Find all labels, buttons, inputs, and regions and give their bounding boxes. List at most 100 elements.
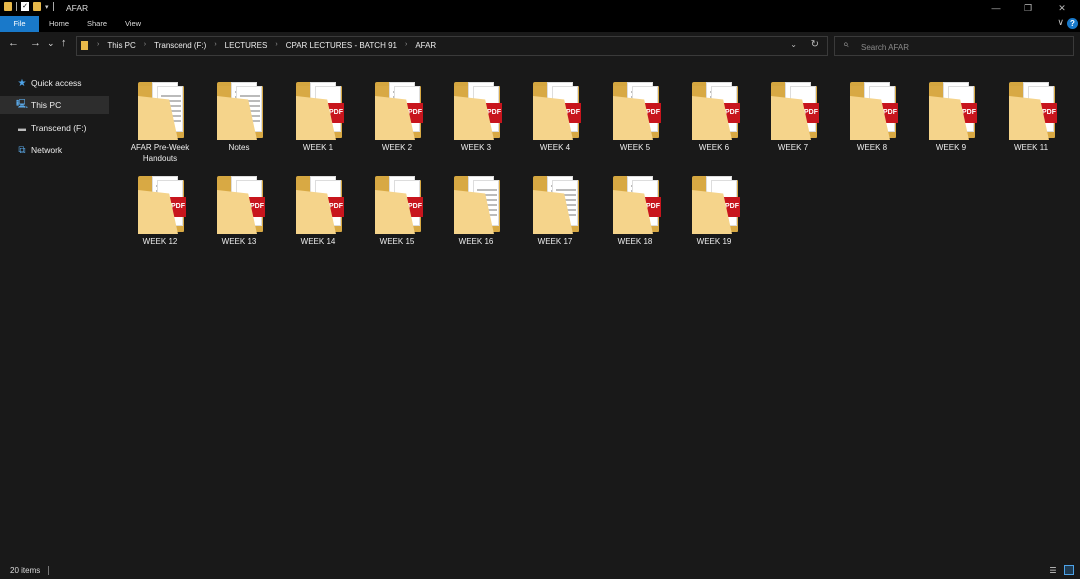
folder-label: WEEK 7 (777, 143, 809, 152)
folder-icon: PDFPDF (613, 176, 661, 234)
forward-button[interactable]: → (30, 37, 41, 49)
folder-item[interactable]: PDFPDF WEEK 4 (516, 74, 594, 154)
folder-label: WEEK 1 (302, 143, 334, 152)
breadcrumb-cpar-lectures[interactable]: CPAR LECTURES - BATCH 91 (286, 41, 397, 50)
folder-icon: PDFPDF (375, 82, 423, 140)
ribbon-tabs: File Home Share View ∨ ? (0, 16, 1080, 32)
folder-item[interactable]: PDFPDF WEEK 13 (200, 168, 278, 248)
folder-icon: PDFPDF (692, 82, 740, 140)
folder-item[interactable]: PDFPDF WEEK 6 (675, 74, 753, 154)
folder-icon: PDFPDF (929, 82, 977, 140)
folder-label: WEEK 6 (698, 143, 730, 152)
new-folder-icon[interactable] (33, 2, 41, 11)
tab-file[interactable]: File (0, 16, 39, 32)
folder-item[interactable]: PDFPDF WEEK 5 (596, 74, 674, 154)
folder-label: WEEK 5 (619, 143, 651, 152)
recent-locations-button[interactable]: ⌄ (47, 38, 55, 49)
folder-item[interactable]: Notes (200, 74, 278, 154)
breadcrumb: › This PC › Transcend (F:) › LECTURES › … (97, 41, 436, 50)
folder-label: AFAR Pre-Week Handouts (130, 143, 190, 163)
folder-item[interactable]: PDFPDF WEEK 8 (833, 74, 911, 154)
toolbar-divider (16, 2, 17, 11)
usb-drive-icon: ▬ (18, 123, 26, 133)
folder-label: WEEK 8 (856, 143, 888, 152)
sidebar-item-label: Transcend (F:) (31, 123, 87, 133)
close-button[interactable]: ✕ (1046, 0, 1078, 16)
folder-item[interactable]: PDFPDF WEEK 19 (675, 168, 753, 248)
tab-view[interactable]: View (116, 16, 150, 32)
folder-item[interactable]: PDFPDF WEEK 3 (437, 74, 515, 154)
folder-icon: PDFPDF (692, 176, 740, 234)
folder-label: Notes (228, 143, 250, 152)
customize-toolbar-icon[interactable]: ▾ (45, 3, 49, 11)
chevron-right-icon[interactable]: › (405, 41, 407, 50)
folder-icon (4, 2, 12, 11)
breadcrumb-transcend[interactable]: Transcend (F:) (154, 41, 206, 50)
minimize-button[interactable]: — (980, 0, 1012, 16)
breadcrumb-afar[interactable]: AFAR (415, 41, 436, 50)
chevron-right-icon: › (97, 41, 100, 48)
folder-item[interactable]: PDFPDF WEEK 11 (992, 74, 1070, 154)
folder-item[interactable]: PDFPDF WEEK 2 (358, 74, 436, 154)
folder-item[interactable]: PDFPDF WEEK 9 (912, 74, 990, 154)
sidebar-item-this-pc[interactable]: 🖳 This PC (0, 96, 109, 114)
folder-icon: PDFPDF (1009, 82, 1057, 140)
folder-item[interactable]: PDFPDF WEEK 12 (121, 168, 199, 248)
folder-icon (217, 82, 263, 140)
folder-item[interactable]: PDFPDF WEEK 7 (754, 74, 832, 154)
item-count: 20 items (10, 566, 41, 575)
back-button[interactable]: ← (8, 37, 19, 49)
sidebar-item-label: Network (31, 145, 63, 155)
address-bar[interactable]: › This PC › Transcend (F:) › LECTURES › … (76, 36, 828, 56)
star-icon: ★ (17, 77, 27, 89)
folder-label: WEEK 13 (221, 237, 257, 246)
folder-icon: PDFPDF (296, 176, 344, 234)
folder-label: WEEK 16 (458, 237, 494, 246)
folder-item[interactable]: WEEK 16 (437, 168, 515, 248)
folder-icon: PDFPDF (217, 176, 265, 234)
toolbar-divider (52, 2, 54, 11)
folder-icon: PDFPDF (454, 82, 502, 140)
breadcrumb-lectures[interactable]: LECTURES (225, 41, 268, 50)
folder-item[interactable]: WEEK 17 (516, 168, 594, 248)
help-icon[interactable]: ? (1067, 18, 1078, 29)
breadcrumb-this-pc[interactable]: This PC (107, 41, 135, 50)
tab-home[interactable]: Home (40, 16, 78, 32)
folder-icon: PDFPDF (138, 176, 186, 234)
folder-icon: PDFPDF (613, 82, 661, 140)
sidebar-item-quick-access[interactable]: ★ Quick access (0, 74, 109, 92)
expand-ribbon-icon[interactable]: ∨ (1057, 17, 1064, 28)
sidebar-item-label: This PC (31, 100, 62, 110)
chevron-right-icon[interactable]: › (275, 41, 277, 50)
chevron-right-icon[interactable]: › (144, 41, 146, 50)
folder-item[interactable]: AFAR Pre-Week Handouts (121, 74, 199, 163)
folder-icon (454, 176, 500, 234)
folder-item[interactable]: PDFPDF WEEK 1 (279, 74, 357, 154)
sidebar-item-transcend[interactable]: ▬ Transcend (F:) (0, 119, 109, 137)
chevron-right-icon[interactable]: › (214, 41, 216, 50)
folder-label: WEEK 11 (1013, 143, 1049, 152)
folder-item[interactable]: PDFPDF WEEK 18 (596, 168, 674, 248)
folder-icon: PDFPDF (533, 82, 581, 140)
up-button[interactable]: ↑ (61, 37, 67, 49)
folder-label: WEEK 18 (617, 237, 653, 246)
tab-share[interactable]: Share (80, 16, 114, 32)
folder-icon: PDFPDF (850, 82, 898, 140)
folder-icon: PDF (375, 176, 423, 234)
window-title: AFAR (66, 3, 89, 13)
folder-label: WEEK 9 (935, 143, 967, 152)
folder-item[interactable]: PDF WEEK 15 (358, 168, 436, 248)
address-dropdown-button[interactable]: ⌄ (790, 40, 797, 49)
details-view-icon[interactable]: ☰ (1048, 566, 1058, 575)
search-box[interactable]: ⌕ (834, 36, 1074, 56)
properties-icon[interactable]: ✓ (21, 2, 29, 11)
folder-label: WEEK 3 (460, 143, 492, 152)
sidebar-item-label: Quick access (31, 78, 82, 88)
title-bar: ✓ ▾ AFAR — ❐ ✕ (0, 0, 1080, 16)
large-icons-view-icon[interactable] (1064, 565, 1074, 575)
folder-item[interactable]: PDFPDF WEEK 14 (279, 168, 357, 248)
sidebar-item-network[interactable]: ⧉ Network (0, 141, 109, 159)
refresh-button[interactable]: ↻ (811, 39, 819, 50)
maximize-button[interactable]: ❐ (1012, 0, 1044, 16)
search-input[interactable] (859, 39, 1063, 55)
